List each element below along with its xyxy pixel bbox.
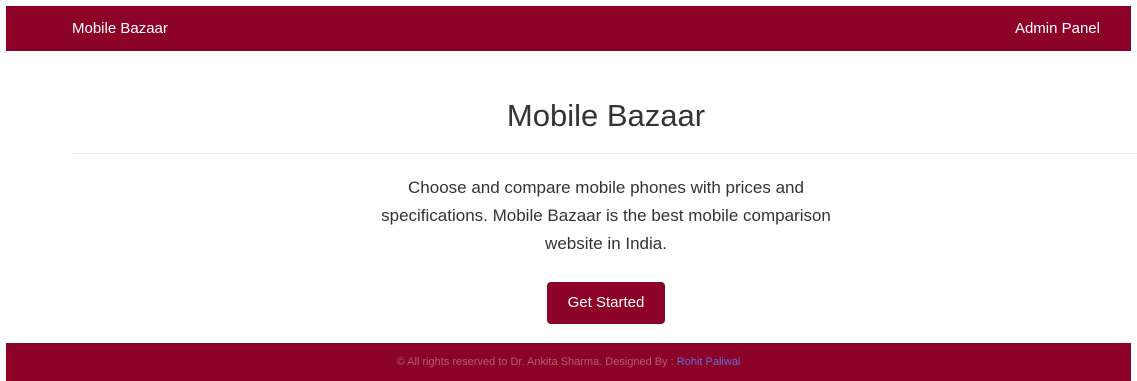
divider [72, 153, 1137, 154]
hero-description: Choose and compare mobile phones with pr… [381, 178, 831, 253]
designer-link[interactable]: Rohit Paliwal [677, 356, 741, 368]
navbar: Mobile Bazaar Admin Panel [6, 6, 1131, 51]
footer-copyright: © All rights reserved to Dr. Ankita Shar… [396, 356, 674, 368]
page-title: Mobile Bazaar [506, 98, 706, 133]
get-started-button[interactable]: Get Started [547, 282, 665, 324]
admin-panel-link[interactable]: Admin Panel [1015, 6, 1100, 51]
footer: © All rights reserved to Dr. Ankita Shar… [6, 343, 1131, 381]
navbar-brand[interactable]: Mobile Bazaar [72, 6, 168, 51]
